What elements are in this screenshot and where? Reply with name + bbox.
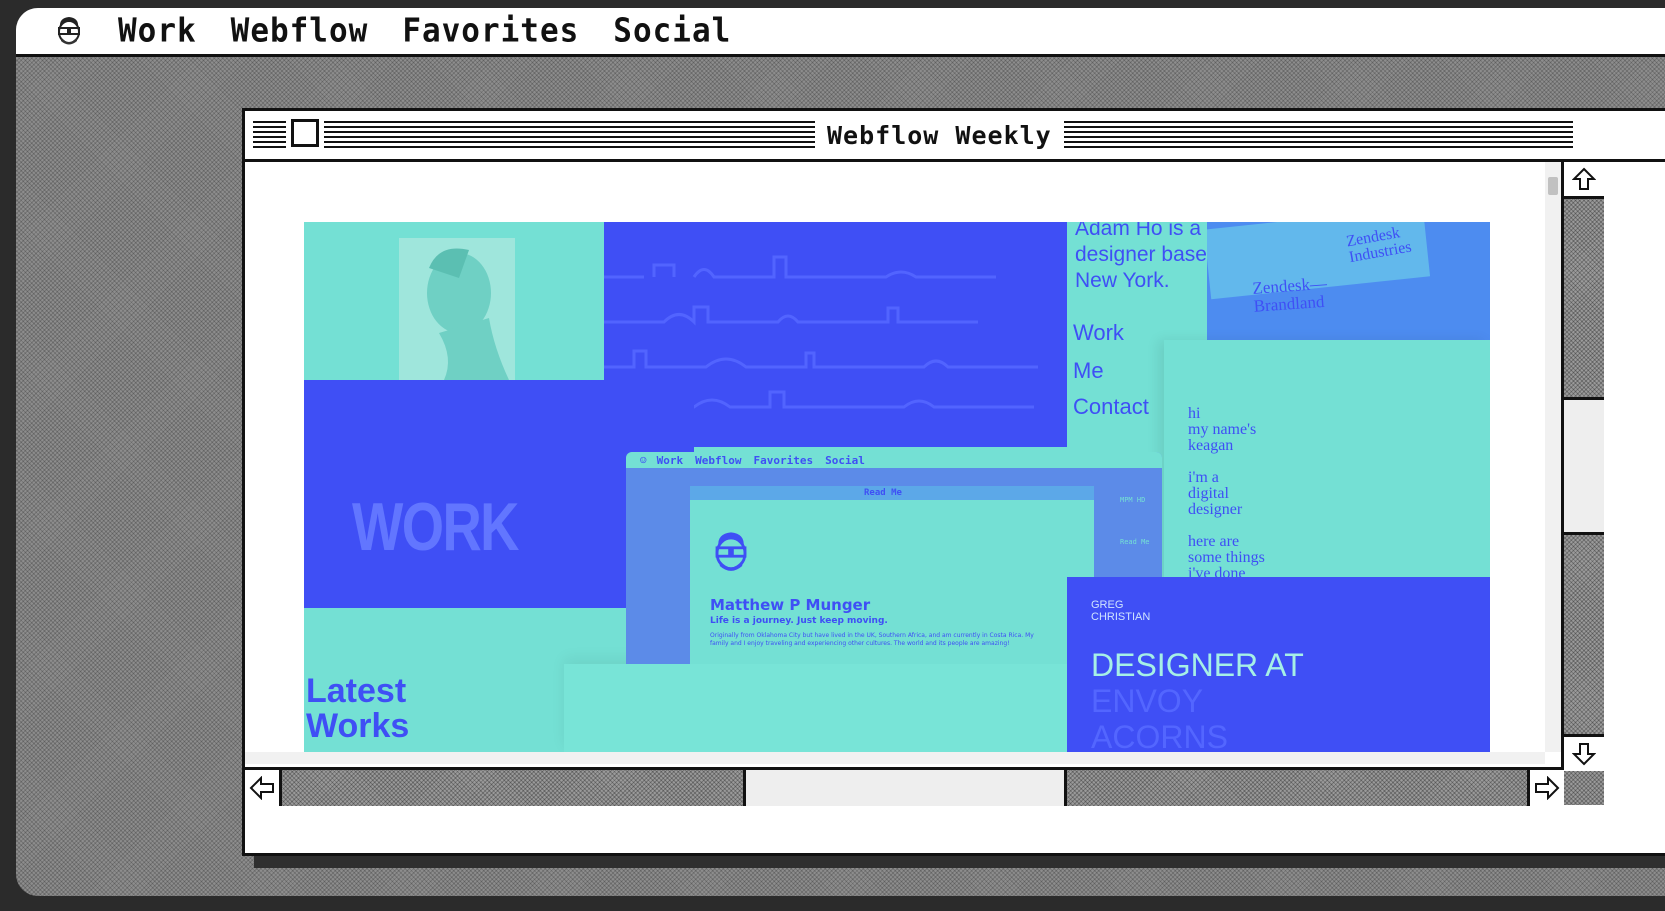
window-content[interactable]: Adam Ho is a designer based in New York.…: [245, 162, 1545, 752]
inner-vertical-scrollbar[interactable]: [1545, 162, 1561, 752]
arrow-up-icon: [1572, 167, 1596, 190]
zendesk-brandland-label: Zendesk— Brandland: [1251, 273, 1328, 316]
menu-bar: Work Webflow Favorites Social: [16, 8, 1665, 57]
bottom-card-tile: [564, 664, 1069, 752]
portrait-image: [399, 238, 515, 380]
mini-site-name: Matthew P Munger: [710, 596, 871, 614]
desktop: Work Webflow Favorites Social Webflow We…: [16, 8, 1665, 896]
keagan-line-7: here are: [1188, 533, 1240, 550]
arrow-left-icon: [249, 776, 274, 800]
mini-desktop-icon-readme: Read Me: [1120, 538, 1150, 546]
adam-intro: Adam Ho is a designer based in New York.: [1075, 222, 1207, 292]
mini-menu-social: Social: [825, 453, 865, 467]
greg-first-name: GREG: [1091, 599, 1124, 611]
vertical-scroll-thumb[interactable]: [1564, 397, 1604, 535]
work-banner-text: WORK: [352, 489, 519, 565]
greg-faded-2: ACORNS: [1091, 719, 1228, 752]
close-box-button[interactable]: [286, 114, 324, 152]
site-preview-collage[interactable]: Adam Ho is a designer based in New York.…: [304, 222, 1490, 752]
adam-nav-work: Work: [1073, 320, 1124, 345]
horizontal-scroll-thumb[interactable]: [743, 770, 1067, 806]
greg-christian-tile: GREG CHRISTIAN DESIGNER AT ENVOY ACORNS: [1067, 577, 1490, 752]
mini-avatar-icon: [715, 532, 747, 571]
webflow-weekly-window: Webflow Weekly Adam Ho is a designer bas…: [242, 108, 1665, 856]
menu-social[interactable]: Social: [613, 12, 731, 50]
zendesk-tile: Zendesk Industries Zendesk— Brandland: [1207, 222, 1490, 340]
mini-window-titlebar: Read Me: [690, 486, 1094, 500]
mini-logo-icon: ☺: [640, 453, 647, 467]
scroll-down-button[interactable]: [1564, 734, 1604, 771]
mini-menu-favorites: Favorites: [753, 453, 814, 467]
arrow-right-icon: [1535, 776, 1560, 800]
latest-label: Latest: [306, 672, 407, 710]
keagan-line-5: digital: [1188, 485, 1229, 502]
horizontal-scrollbar[interactable]: [245, 767, 1564, 806]
portrait-tile: [304, 222, 604, 380]
inner-vertical-thumb[interactable]: [1548, 177, 1558, 195]
mini-menu-webflow: Webflow: [695, 453, 742, 467]
window-title-bar[interactable]: Webflow Weekly: [245, 111, 1665, 162]
keagan-line-3: keagan: [1188, 437, 1234, 454]
works-label: Works: [306, 707, 410, 745]
mini-site-bio: Originally from Oklahoma City but have l…: [710, 632, 1034, 647]
vertical-scrollbar[interactable]: [1561, 162, 1604, 805]
inner-horizontal-scrollbar[interactable]: [245, 752, 1545, 764]
menu-favorites[interactable]: Favorites: [402, 12, 579, 50]
keagan-line-1: hi: [1188, 405, 1201, 422]
mini-menu-work: Work: [656, 453, 684, 467]
mini-window: Read Me Matthew P Munger Life is a journ…: [690, 486, 1094, 664]
avatar-logo-icon[interactable]: [54, 15, 84, 47]
mini-window-title: Read Me: [864, 488, 902, 498]
keagan-line-4: i'm a: [1188, 469, 1219, 486]
keagan-line-2: my name's: [1188, 421, 1257, 438]
mini-menu-bar: ☺ Work Webflow Favorites Social: [626, 452, 1162, 468]
window-title: Webflow Weekly: [815, 116, 1064, 152]
greg-faded-1: ENVOY: [1091, 683, 1204, 719]
keagan-tile: hi my name's keagan i'm a digital design…: [1164, 340, 1490, 582]
keagan-line-8: some things: [1188, 549, 1265, 566]
scroll-left-button[interactable]: [245, 770, 282, 806]
menu-work[interactable]: Work: [118, 12, 197, 50]
greg-headline: DESIGNER AT: [1091, 647, 1304, 683]
greg-last-name: CHRISTIAN: [1091, 611, 1151, 623]
mini-site-tagline: Life is a journey. Just keep moving.: [710, 616, 888, 626]
adam-nav-me: Me: [1073, 358, 1104, 383]
keagan-line-6: designer: [1188, 501, 1243, 518]
scroll-up-button[interactable]: [1564, 162, 1604, 199]
arrow-down-icon: [1572, 743, 1596, 766]
mini-desktop-icon-hd: MPM HD: [1120, 496, 1146, 504]
adam-nav-contact: Contact: [1073, 394, 1149, 419]
scroll-right-button[interactable]: [1527, 770, 1564, 806]
menu-webflow[interactable]: Webflow: [231, 12, 369, 50]
